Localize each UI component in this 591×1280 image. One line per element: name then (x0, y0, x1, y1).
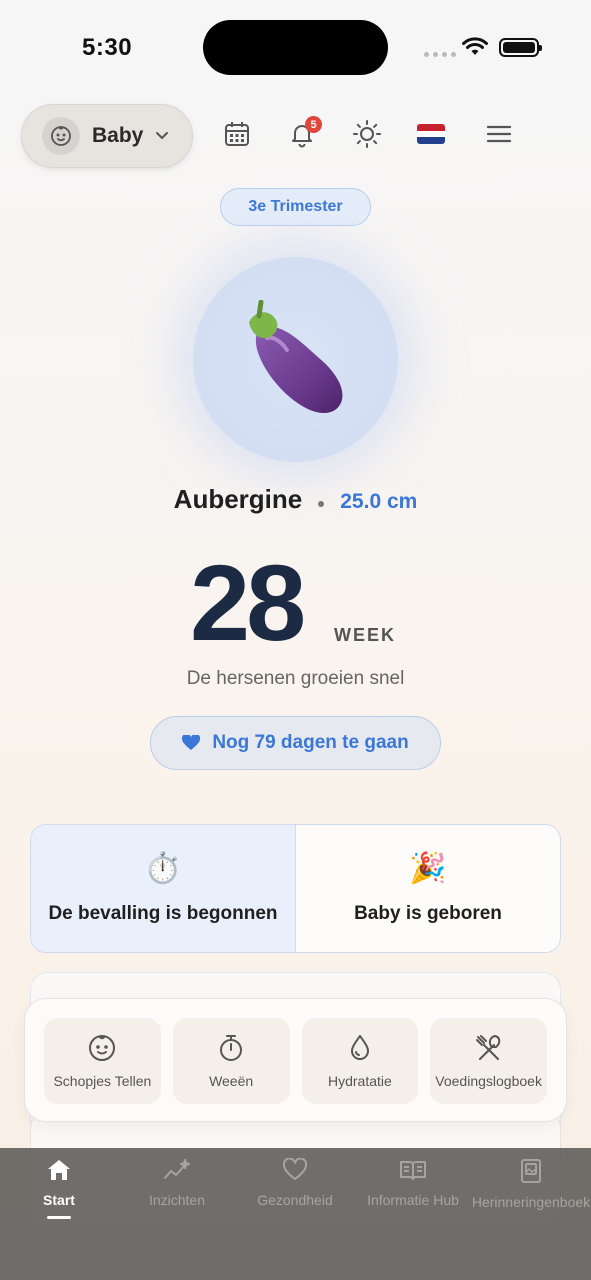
tool-kick-counter[interactable]: Schopjes Tellen (44, 1018, 161, 1104)
utensils-icon (475, 1034, 500, 1060)
fruit-name: Aubergine (173, 484, 303, 514)
tool-hydration[interactable]: Hydratatie (301, 1018, 419, 1104)
status-bar: 5:30 (0, 0, 591, 95)
party-popper-icon: 🎉 (409, 851, 447, 885)
notification-badge: 5 (305, 116, 322, 133)
menu-button[interactable] (483, 118, 515, 150)
tab-label: Herinneringenboek (471, 1194, 591, 1210)
tool-food-log[interactable]: Voedingslogboek (430, 1018, 547, 1104)
baby-born-button[interactable]: 🎉 Baby is geboren (296, 825, 560, 952)
trimester-badge: 3e Trimester (220, 188, 371, 226)
week-label: WEEK (334, 625, 396, 645)
tool-label: Schopjes Tellen (53, 1073, 152, 1089)
tab-label: Informatie Hub (367, 1192, 459, 1208)
wifi-icon (462, 37, 488, 55)
photo-book-icon (521, 1159, 541, 1183)
tab-memory-book[interactable]: Herinneringenboek (472, 1148, 590, 1280)
heart-outline-icon (282, 1158, 308, 1180)
dynamic-island (203, 20, 388, 75)
stopwatch-emoji-icon: ⏱️ (144, 851, 182, 885)
language-button[interactable] (415, 118, 447, 150)
labor-started-button[interactable]: ⏱️ De bevalling is begonnen (31, 825, 296, 952)
sun-icon (353, 120, 381, 148)
tab-info-hub[interactable]: Informatie Hub (354, 1148, 472, 1280)
book-icon (400, 1161, 426, 1180)
baby-born-label: Baby is geboren (354, 902, 502, 924)
sparkle-chart-icon (164, 1159, 190, 1179)
tool-contractions[interactable]: Weeën (172, 1018, 290, 1104)
tab-label: Start (43, 1192, 75, 1208)
status-time: 5:30 (82, 34, 133, 61)
cellular-signal-icon (424, 52, 456, 57)
fruit-size: 25.0 cm (340, 490, 418, 513)
home-icon (48, 1160, 70, 1180)
countdown-label: Nog 79 dagen te gaan (212, 732, 409, 753)
labor-started-label: De bevalling is begonnen (48, 902, 278, 924)
baby-face-icon (89, 1035, 116, 1061)
fruit-illustration (193, 257, 398, 462)
dutch-flag-icon (417, 124, 445, 144)
tab-insights[interactable]: Inzichten (118, 1148, 236, 1280)
tool-label: Hydratatie (327, 1073, 392, 1089)
calendar-button[interactable] (221, 118, 253, 150)
chevron-down-icon (156, 132, 169, 140)
tab-label: Gezondheid (257, 1192, 333, 1208)
week-subtitle: De hersenen groeien snel (186, 668, 405, 689)
quick-tools-bar: Schopjes Tellen Weeën Hydratatie Voeding… (24, 998, 567, 1122)
eggplant-icon (248, 299, 342, 413)
tab-health[interactable]: Gezondheid (236, 1148, 354, 1280)
droplet-icon (350, 1035, 369, 1060)
bottom-tab-bar: Start Inzichten Gezondheid Informatie Hu… (0, 1148, 591, 1280)
tab-start[interactable]: Start (0, 1148, 118, 1280)
tool-label: Weeën (209, 1073, 254, 1089)
active-tab-indicator (47, 1216, 71, 1219)
heart-icon (182, 735, 201, 750)
tool-label: Voedingslogboek (435, 1073, 542, 1089)
separator-dot (318, 500, 325, 507)
week-number: 28 (190, 542, 306, 663)
calendar-icon (225, 122, 249, 146)
countdown-pill[interactable]: Nog 79 dagen te gaan (150, 716, 441, 770)
theme-toggle-button[interactable] (351, 118, 383, 150)
profile-label: Baby (92, 124, 144, 147)
profile-selector[interactable]: Baby (21, 104, 193, 168)
hamburger-menu-icon (486, 125, 512, 143)
tab-label: Inzichten (148, 1192, 206, 1208)
stopwatch-icon (220, 1035, 243, 1061)
baby-face-icon (42, 117, 80, 155)
battery-icon (499, 38, 542, 57)
birth-actions-card: ⏱️ De bevalling is begonnen 🎉 Baby is ge… (30, 824, 561, 953)
fruit-info: Aubergine 25.0 cm (0, 484, 591, 515)
